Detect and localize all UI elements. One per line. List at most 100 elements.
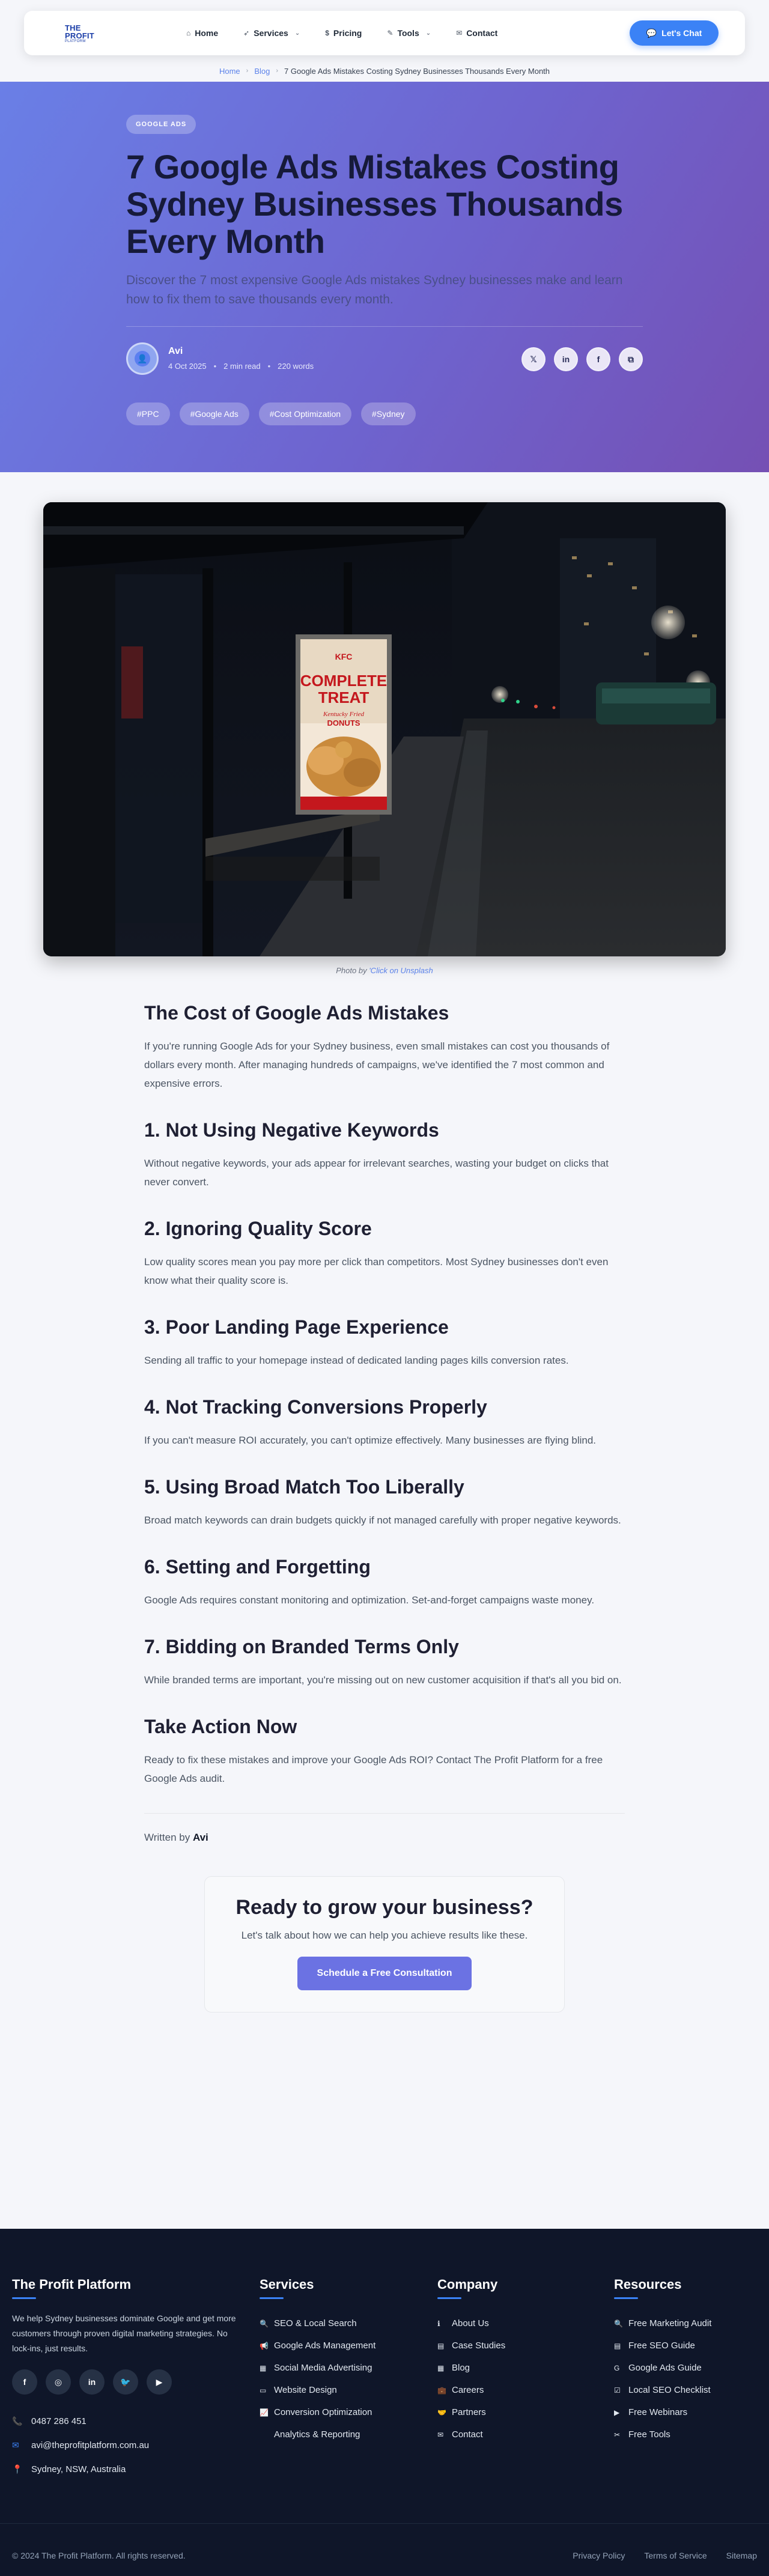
breadcrumb-home[interactable]: Home: [219, 67, 240, 76]
tag-ppc[interactable]: #PPC: [126, 402, 170, 425]
wrench-icon: ✎: [387, 29, 394, 37]
privacy-policy-link[interactable]: Privacy Policy: [573, 2551, 625, 2560]
copy-link-button[interactable]: ⧉: [619, 347, 643, 371]
nav-tools-label: Tools: [397, 28, 419, 38]
lets-chat-label: Let's Chat: [661, 28, 702, 38]
section-heading: 6. Setting and Forgetting: [144, 1556, 371, 1578]
linkedin-icon[interactable]: in: [79, 2369, 105, 2395]
footer-company-title: Company: [437, 2277, 498, 2292]
section-paragraph: While branded terms are important, you'r…: [144, 1674, 622, 1686]
footer-services-title: Services: [260, 2277, 314, 2292]
footer-link-seo-checklist[interactable]: ☑ Local SEO Checklist: [614, 2379, 711, 2401]
footer-link-careers[interactable]: 💼 Careers: [437, 2379, 505, 2401]
article-section: 6. Setting and Forgetting Google Ads req…: [144, 1555, 625, 1609]
twitter-icon[interactable]: 🐦: [113, 2369, 138, 2395]
site-footer: The Profit Platform We help Sydney busin…: [0, 2229, 769, 2576]
article-section: 7. Bidding on Branded Terms Only While b…: [144, 1635, 625, 1689]
tag-sydney[interactable]: #Sydney: [361, 402, 416, 425]
footer-link-blog[interactable]: ▦ Blog: [437, 2357, 505, 2379]
footer-resources-column: Resources 🔍 Free Marketing Audit ▤ Free SE…: [614, 2277, 711, 2446]
cta-text: Let's talk about how we can help you ach…: [241, 1930, 528, 1941]
nav-home[interactable]: ⌂ Home: [186, 28, 218, 38]
breadcrumb-separator-icon: ›: [246, 67, 249, 74]
article-section: 5. Using Broad Match Too Liberally Broad…: [144, 1475, 625, 1530]
section-heading: 1. Not Using Negative Keywords: [144, 1119, 439, 1141]
briefcase-icon: 💼: [437, 2386, 446, 2395]
heading-underline: [260, 2297, 284, 2299]
nav-services[interactable]: ➶ Services ⌄: [243, 28, 300, 38]
chevron-down-icon: ⌄: [425, 29, 431, 37]
contact-list: 📞 0487 286 451 ✉ avi@theprofitplatform.c…: [12, 2409, 240, 2481]
dollar-icon: $: [325, 29, 329, 37]
nav-tools[interactable]: ✎ Tools ⌄: [387, 28, 431, 38]
footer-link-seo-guide[interactable]: ▤ Free SEO Guide: [614, 2334, 711, 2357]
footer-link-about[interactable]: ℹ About Us: [437, 2312, 505, 2334]
cta-title: Ready to grow your business?: [236, 1896, 533, 1919]
section-paragraph: Without negative keywords, your ads appe…: [144, 1158, 609, 1188]
footer-link-case-studies[interactable]: ▤ Case Studies: [437, 2334, 505, 2357]
schedule-consultation-button[interactable]: Schedule a Free Consultation: [297, 1957, 472, 1990]
footer-link-partners[interactable]: 🤝 Partners: [437, 2401, 505, 2423]
footer-link-marketing-audit[interactable]: 🔍 Free Marketing Audit: [614, 2312, 711, 2334]
category-badge[interactable]: GOOGLE ADS: [126, 115, 196, 134]
photo-credit-link[interactable]: 'Click on Unsplash: [369, 966, 433, 975]
tag-cost-optimization[interactable]: #Cost Optimization: [258, 402, 352, 425]
footer-link-analytics[interactable]: Analytics & Reporting: [260, 2423, 375, 2446]
nav-home-label: Home: [195, 28, 219, 38]
instagram-icon[interactable]: ◎: [46, 2369, 71, 2395]
footer-link-cro[interactable]: 📈 Conversion Optimization: [260, 2401, 375, 2423]
sign-line-1: COMPLETE: [300, 672, 387, 690]
nav-contact[interactable]: ✉ Contact: [456, 28, 497, 38]
company-links: ℹ About Us ▤ Case Studies ▦ Blog 💼 Careers 🤝…: [437, 2312, 505, 2446]
section-paragraph: Ready to fix these mistakes and improve …: [144, 1754, 603, 1784]
feature-photo: KFC COMPLETE TREAT Kentucky Fried DONUTS: [43, 502, 726, 956]
footer-link-label: Free SEO Guide: [628, 2341, 695, 2351]
logo-line-2: PROFIT: [65, 31, 94, 40]
footer-link-social-ads[interactable]: ▦ Social Media Advertising: [260, 2357, 375, 2379]
linkedin-share-button[interactable]: in: [554, 347, 578, 371]
footer-link-label: Social Media Advertising: [274, 2363, 372, 2373]
footer-link-webinars[interactable]: ▶ Free Webinars: [614, 2401, 711, 2423]
info-icon: ℹ: [437, 2319, 440, 2328]
google-icon: G: [614, 2363, 620, 2372]
section-heading: The Cost of Google Ads Mistakes: [144, 1002, 449, 1024]
article-section: 4. Not Tracking Conversions Properly If …: [144, 1395, 625, 1450]
footer-resources-title: Resources: [614, 2277, 682, 2292]
section-heading: 3. Poor Landing Page Experience: [144, 1316, 449, 1338]
nav-pricing[interactable]: $ Pricing: [325, 28, 362, 38]
terms-of-service-link[interactable]: Terms of Service: [644, 2551, 707, 2560]
footer-divider: [0, 2523, 769, 2524]
services-links: 🔍 SEO & Local Search 📢 Google Ads Manageme…: [260, 2312, 375, 2446]
breadcrumb-current: 7 Google Ads Mistakes Costing Sydney Bus…: [284, 66, 550, 76]
sign-brand: KFC: [335, 652, 353, 661]
footer-link-tools[interactable]: ✂ Free Tools: [614, 2423, 711, 2446]
youtube-icon[interactable]: ▶: [147, 2369, 172, 2395]
publish-date: 4 Oct 2025: [168, 362, 207, 371]
site-logo[interactable]: THE PROFIT PLATFORM: [65, 24, 119, 43]
section-paragraph: Sending all traffic to your homepage ins…: [144, 1355, 569, 1366]
breadcrumb-blog[interactable]: Blog: [254, 67, 270, 76]
contact-phone[interactable]: 📞 0487 286 451: [12, 2409, 240, 2433]
tag-list: #PPC #Google Ads #Cost Optimization #Syd…: [126, 402, 643, 425]
footer-link-web-design[interactable]: ▭ Website Design: [260, 2379, 375, 2401]
facebook-share-button[interactable]: f: [586, 347, 610, 371]
lets-chat-button[interactable]: 💬 Let's Chat: [630, 20, 719, 46]
checklist-icon: ☑: [614, 2386, 621, 2395]
facebook-icon[interactable]: f: [12, 2369, 37, 2395]
article-section: 1. Not Using Negative Keywords Without n…: [144, 1118, 625, 1191]
footer-link-label: Google Ads Guide: [628, 2363, 702, 2373]
footer-link-seo[interactable]: 🔍 SEO & Local Search: [260, 2312, 375, 2334]
blog-icon: ▦: [437, 2363, 445, 2372]
tag-google-ads[interactable]: #Google Ads: [179, 402, 249, 425]
footer-link-contact[interactable]: ✉ Contact: [437, 2423, 505, 2446]
sitemap-link[interactable]: Sitemap: [726, 2551, 757, 2560]
section-paragraph: Google Ads requires constant monitoring …: [144, 1594, 595, 1606]
footer-link-label: Google Ads Management: [274, 2341, 376, 2351]
x-share-button[interactable]: 𝕏: [521, 347, 546, 371]
section-paragraph: If you're running Google Ads for your Sy…: [144, 1040, 610, 1089]
contact-email[interactable]: ✉ avi@theprofitplatform.com.au: [12, 2433, 240, 2457]
footer-link-google-ads[interactable]: 📢 Google Ads Management: [260, 2334, 375, 2357]
footer-link-ads-guide[interactable]: G Google Ads Guide: [614, 2357, 711, 2379]
book-icon: ▤: [614, 2341, 621, 2350]
chat-icon: 💬: [646, 28, 657, 38]
